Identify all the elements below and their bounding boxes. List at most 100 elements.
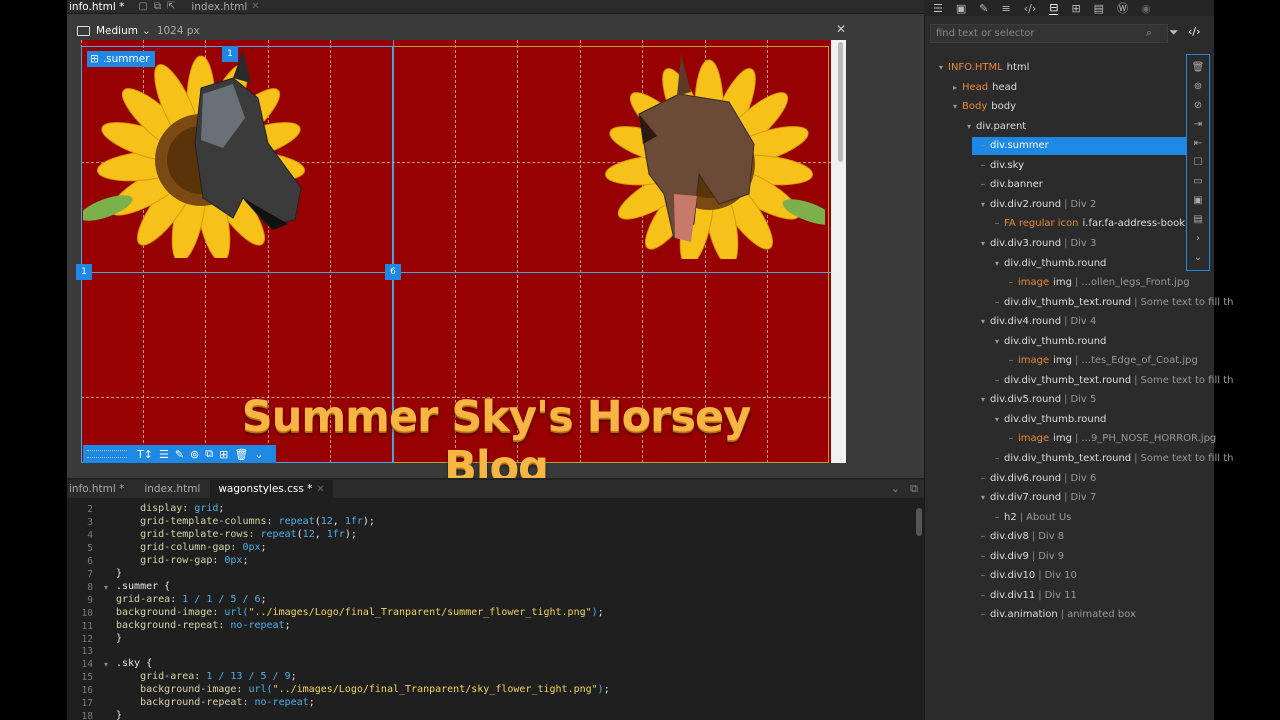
dom-tree-node[interactable]: – image img | ...tes_Edge_of_Coat.jpg — [1004, 351, 1198, 369]
text-format-icon[interactable]: T↕ — [137, 448, 153, 461]
chevron-down-icon[interactable]: ⌄ — [891, 482, 900, 496]
code-view-icon[interactable]: ‹/› — [1188, 25, 1201, 38]
brush-icon[interactable]: ✎ — [175, 448, 184, 461]
code-line[interactable]: .summer { — [116, 581, 170, 592]
code-line[interactable]: background-image: url("../images/Logo/fi… — [116, 607, 604, 618]
media-query-select[interactable]: Medium — [96, 25, 138, 37]
top-tab-info[interactable]: info.html * — [67, 0, 132, 14]
dom-tree-node[interactable]: – div.sky — [976, 156, 1025, 174]
duplicate-icon[interactable]: ⧉ — [205, 447, 213, 461]
dom-tree-node[interactable]: ▾ div.parent — [962, 117, 1026, 135]
dom-tree-node[interactable]: ▾ INFO.HTML html — [934, 58, 1029, 76]
dom-tree-node[interactable]: – div.div_thumb_text.round | Some text to f… — [990, 371, 1234, 389]
hide-eye-icon[interactable]: ⊘ — [1194, 97, 1202, 114]
editor-tab-wagonstyles[interactable]: wagonstyles.css * ✕ — [210, 480, 333, 498]
dom-tree-node[interactable]: – div.banner — [976, 175, 1043, 193]
insert-after-icon[interactable]: ▤ — [1193, 211, 1202, 228]
duplicate-icon[interactable]: ⊚ — [1194, 78, 1202, 95]
dom-tree-node[interactable]: – image img | ...9_PH_NOSE_HORROR.jpg — [1004, 429, 1217, 447]
close-icon[interactable]: ✕ — [316, 484, 324, 495]
chevron-down-icon[interactable]: ⌄ — [1194, 249, 1202, 266]
dom-tree-node[interactable]: ▾ div.div_thumb.round — [990, 254, 1106, 272]
dom-tree-node[interactable]: – image img | ...ollen_legs_Front.jpg — [1004, 273, 1190, 291]
chevron-right-icon[interactable]: ▸ — [948, 83, 962, 92]
chevron-down-icon[interactable]: ▾ — [990, 337, 1004, 346]
top-tab-index[interactable]: index.html ✕ — [189, 0, 267, 14]
dom-tree-node[interactable]: – h2 | About Us — [990, 508, 1072, 526]
chevron-down-icon[interactable]: ▾ — [976, 200, 990, 209]
list-icon[interactable]: ≡ — [1002, 2, 1011, 15]
dom-tree-node[interactable]: ▾ Body body — [948, 97, 1016, 115]
link-icon[interactable]: ⊚ — [190, 448, 199, 461]
editor-tab-index[interactable]: index.html — [142, 480, 210, 498]
dom-tree-node[interactable]: – div.div10 | Div 10 — [976, 566, 1077, 584]
code-line[interactable]: } — [116, 568, 122, 579]
dom-tree-node[interactable]: – div.animation | animated box — [976, 605, 1136, 623]
chevron-down-icon[interactable]: ▾ — [990, 415, 1004, 424]
dom-tree-node[interactable]: ▾ div.div7.round | Div 7 — [976, 488, 1096, 506]
dom-tree-node[interactable]: ▾ div.div2.round | Div 2 — [976, 195, 1096, 213]
dom-tree-node[interactable]: ▾ div.div5.round | Div 5 — [976, 390, 1096, 408]
dom-tree-node[interactable]: – div.summer — [976, 136, 1049, 154]
assets-icon[interactable]: ▤ — [1094, 2, 1104, 15]
chevron-right-icon[interactable]: › — [1196, 230, 1200, 247]
dom-tree-node[interactable]: ▾ div.div3.round | Div 3 — [976, 234, 1096, 252]
move-out-icon[interactable]: ⇤ — [1194, 135, 1202, 152]
close-icon[interactable]: ✕ — [251, 1, 259, 12]
code-line[interactable]: background-repeat: no-repeat; — [116, 620, 291, 631]
code-line[interactable]: display: grid; — [116, 503, 224, 514]
copy-icon[interactable]: ⧉ — [154, 1, 161, 12]
selected-element-tag[interactable]: ⊞ .summer — [87, 51, 155, 67]
preview-scrollbar-thumb[interactable] — [838, 42, 843, 162]
eye-icon[interactable]: ◉ — [1141, 2, 1151, 15]
dom-tree-node[interactable]: – FA regular icon i.far.fa-address-book — [990, 214, 1186, 232]
fold-toggle-icon[interactable]: ▾ — [104, 583, 108, 592]
editor-scrollbar-thumb[interactable] — [916, 508, 922, 536]
dom-tree-node[interactable]: – div.div_thumb_text.round | Some text to f… — [990, 293, 1234, 311]
close-preview-icon[interactable]: ✕ — [836, 22, 846, 36]
unwrap-icon[interactable]: ▭ — [1193, 173, 1202, 190]
chevron-down-icon[interactable]: ▾ — [976, 493, 990, 502]
dom-tree-node[interactable]: – div.div11 | Div 11 — [976, 586, 1077, 604]
chevron-down-icon[interactable]: ▾ — [976, 395, 990, 404]
drag-handle[interactable] — [87, 450, 127, 458]
dom-tree-node[interactable]: ▸ Head head — [948, 78, 1017, 96]
code-line[interactable]: grid-template-columns: repeat(12, 1fr); — [116, 516, 375, 527]
fold-toggle-icon[interactable]: ▾ — [104, 660, 108, 669]
dom-search-input[interactable]: find text or selector — [930, 24, 1168, 43]
dom-tree-node[interactable]: ▾ div.div_thumb.round — [990, 410, 1106, 428]
code-line[interactable]: grid-area: 1 / 13 / 5 / 9; — [116, 671, 297, 682]
wrap-icon[interactable]: ☐ — [1194, 154, 1203, 171]
sliders-icon[interactable]: ☰ — [159, 448, 169, 461]
wordpress-icon[interactable]: Ⓦ — [1117, 0, 1128, 16]
code-line[interactable]: grid-area: 1 / 1 / 5 / 6; — [116, 594, 267, 605]
code-line[interactable]: .sky { — [116, 658, 152, 669]
search-icon[interactable]: ⌕ — [1146, 26, 1152, 40]
chevron-down-icon[interactable]: ⌄ — [254, 448, 263, 461]
chevron-down-icon[interactable]: ▾ — [976, 239, 990, 248]
open-external-icon[interactable]: ⇱ — [167, 1, 175, 12]
dom-tree-node[interactable]: – div.div6.round | Div 6 — [976, 469, 1097, 487]
filter-icon[interactable]: ⏷ — [1169, 25, 1179, 40]
brush-icon[interactable]: ✎ — [979, 2, 988, 15]
trash-icon[interactable]: 🗑 — [234, 448, 248, 461]
chevron-down-icon[interactable]: ⌄ — [142, 25, 151, 37]
editor-tab-info[interactable]: info.html * — [67, 480, 134, 498]
code-line[interactable]: } — [116, 633, 122, 644]
insert-before-icon[interactable]: ▣ — [1193, 192, 1202, 209]
dom-tree-icon[interactable]: ⊟ — [1049, 1, 1059, 15]
chevron-down-icon[interactable]: ▾ — [976, 317, 990, 326]
dom-tree-node[interactable]: ▾ div.div_thumb.round — [990, 332, 1106, 350]
code-line[interactable]: background-image: url("../images/Logo/fi… — [116, 684, 610, 695]
code-line[interactable]: grid-row-gap: 0px; — [116, 555, 248, 566]
window-icon[interactable]: ▢ — [138, 1, 147, 12]
chevron-down-icon[interactable]: ▾ — [962, 122, 976, 131]
chevron-down-icon[interactable]: ▾ — [990, 259, 1004, 268]
code-tag-icon[interactable]: ‹/› — [1024, 2, 1037, 15]
trash-icon[interactable]: 🗑 — [1192, 59, 1205, 76]
grid-icon[interactable]: ⊞ — [219, 448, 228, 461]
dom-tree-node[interactable]: ▾ div.div4.round | Div 4 — [976, 312, 1096, 330]
code-line[interactable]: background-repeat: no-repeat; — [116, 697, 315, 708]
dom-tree-node[interactable]: – div.div8 | Div 8 — [976, 527, 1065, 545]
move-in-icon[interactable]: ⇥ — [1194, 116, 1202, 133]
